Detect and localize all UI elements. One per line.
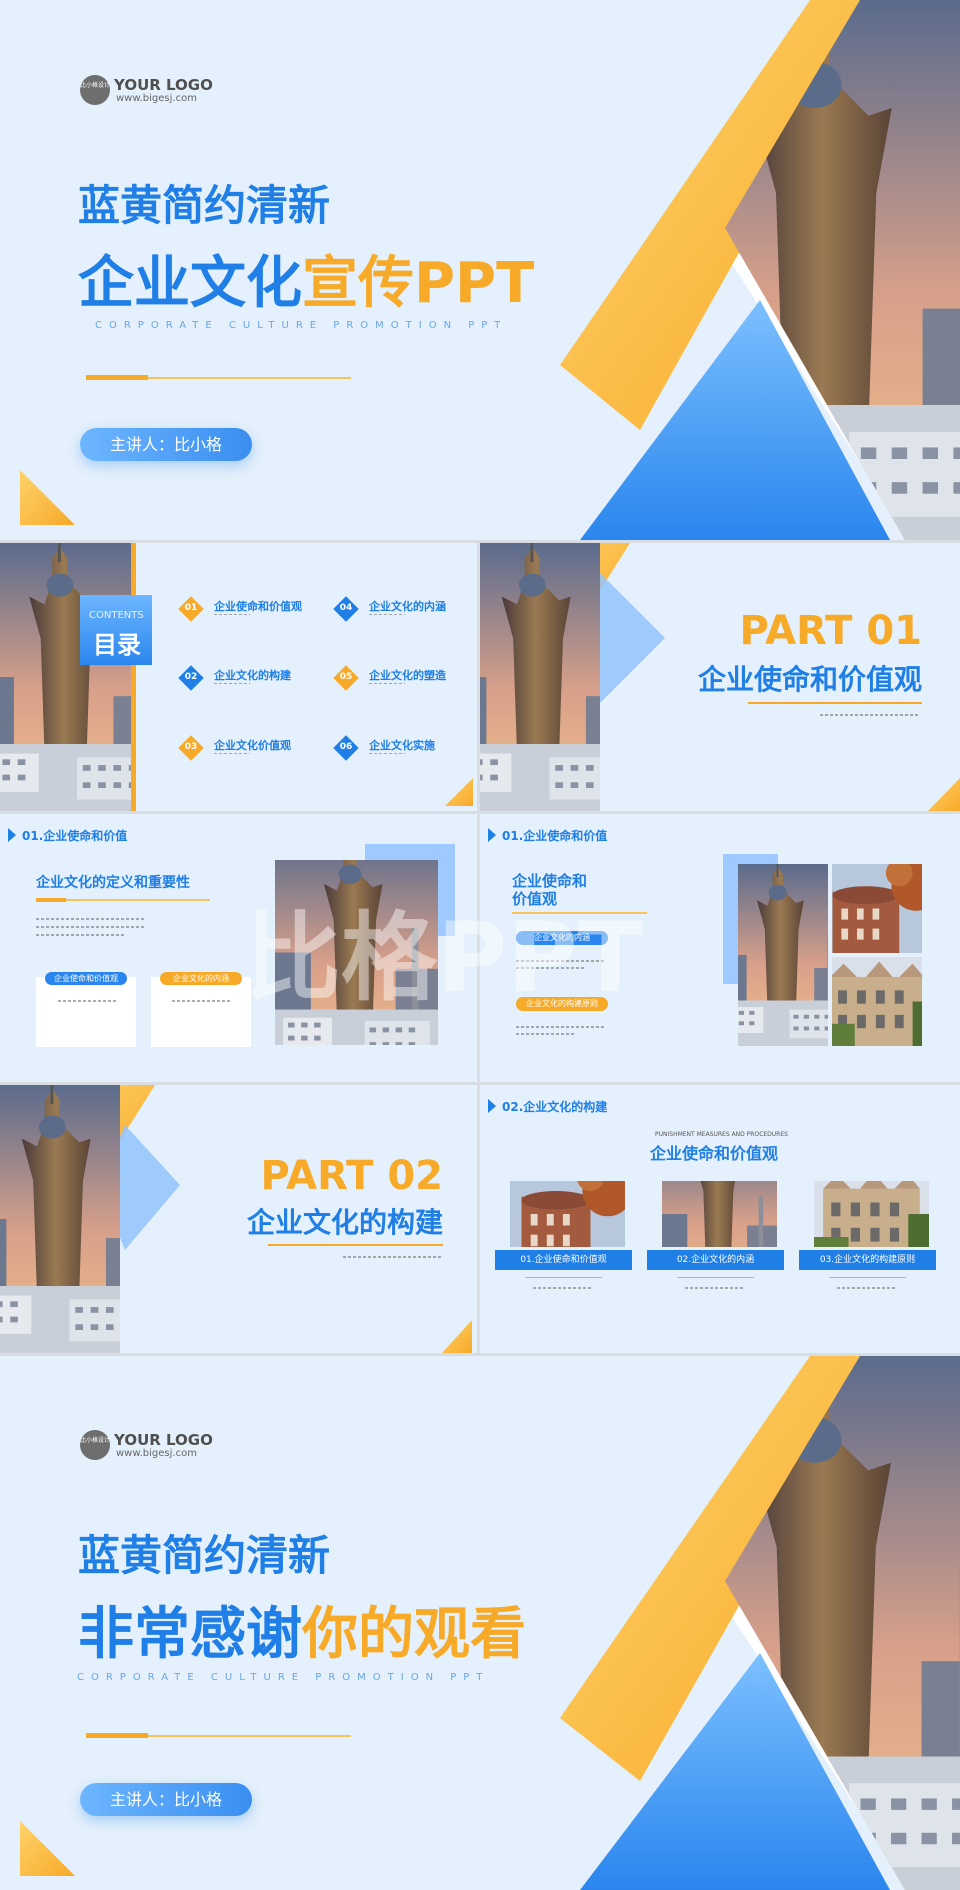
card-divider [677, 1277, 754, 1278]
watermark: 比格PPT [245, 902, 644, 1014]
part02-title: 企业文化的构建 [246, 1206, 443, 1239]
part01-fine-print [820, 714, 920, 716]
slide5-photo-hall [832, 957, 922, 1046]
part01-slide: PART 01 企业使命和价值观 [480, 543, 960, 811]
ending-title-blue: 非常感谢 [78, 1602, 302, 1667]
part02-label: PART 02 [260, 1153, 443, 1199]
toc-photo-edge [131, 543, 136, 811]
toc-label: 企业文化的内涵 [369, 600, 446, 613]
card-label[interactable]: 02.企业文化的内涵 [647, 1250, 784, 1270]
ending-presenter: 主讲人：比小格 [80, 1783, 252, 1816]
slide4-heading: 企业文化的定义和重要性 [36, 875, 190, 891]
slide7-small-en: PUNISHMENT MEASURES AND PROCEDURES [655, 1131, 788, 1138]
part02-slide: PART 02 企业文化的构建 [0, 1085, 477, 1353]
ending-tagline: CORPORATE CULTURE PROMOTION PPT [77, 1672, 490, 1683]
slide4-card-2-text [172, 1000, 232, 1002]
card-text [837, 1287, 897, 1289]
slide7-card-photo-2 [662, 1181, 777, 1247]
slide7-card-photo-1 [510, 1181, 625, 1247]
toc-contents-box: CONTENTS 目录 [80, 595, 152, 665]
corner-triangle [445, 778, 473, 806]
part01-label: PART 01 [739, 608, 922, 654]
toc-item-subtext [214, 753, 250, 754]
part02-fine-print [343, 1256, 443, 1258]
toc-slide: CONTENTS 目录 01 企业使命和价值观 02 企业文化的构建 03 企业文化价值观… [0, 543, 477, 811]
toc-number: 04 [339, 603, 353, 613]
chevron-right-icon [488, 1099, 496, 1113]
card-label-text: 01.企业使命和价值观 [520, 1255, 607, 1265]
toc-label: 企业文化的塑造 [369, 669, 446, 682]
cover-tagline: CORPORATE CULTURE PROMOTION PPT [95, 320, 508, 331]
card-label[interactable]: 01.企业使命和价值观 [495, 1250, 632, 1270]
toc-number: 01 [184, 603, 198, 613]
toc-contents-en: CONTENTS [89, 610, 144, 621]
slide4-body-text [36, 918, 146, 920]
toc-label: 企业文化实施 [369, 739, 435, 752]
card-label[interactable]: 03.企业文化的构建原则 [799, 1250, 936, 1270]
chevron-right-icon [8, 828, 16, 842]
cover-title-blue: 企业文化 [78, 251, 302, 316]
toc-label: 企业文化价值观 [214, 739, 291, 752]
ending-title: 非常感谢你的观看 [78, 1589, 526, 1670]
logo-mark: 比小格设计 [80, 1430, 110, 1460]
card-text [533, 1287, 593, 1289]
toc-item-subtext [214, 614, 250, 615]
toc-number: 05 [339, 672, 353, 682]
chevron-right-icon [488, 828, 496, 842]
toc-number: 06 [339, 742, 353, 752]
part01-title: 企业使命和价值观 [697, 663, 922, 696]
toc-number: 03 [184, 742, 198, 752]
toc-item-subtext [214, 683, 250, 684]
card-divider [525, 1277, 602, 1278]
cover-presenter: 主讲人：比小格 [80, 428, 252, 461]
toc-item-subtext [369, 753, 405, 754]
cover-slide: 比小格设计 YOUR LOGO www.bigesj.com 蓝黄简约清新 企业… [0, 0, 960, 540]
ending-slide: 比小格设计 YOUR LOGO www.bigesj.com 蓝黄简约清新 非常… [0, 1356, 960, 1890]
section-label: 01.企业使命和价值 [22, 829, 128, 843]
ending-divider-accent [86, 1733, 148, 1738]
part02-underline [268, 1244, 443, 1246]
cover-subtitle: 蓝黄简约清新 [78, 181, 331, 230]
toc-photo [0, 543, 135, 811]
slide4-tag-2: 企业文化的内涵 [160, 972, 242, 985]
slide4-card-1-text [58, 1000, 118, 1002]
slide7-heading: 企业使命和价值观 [650, 1144, 779, 1163]
card-divider [829, 1277, 906, 1278]
slide4-tag-1: 企业使命和价值观 [45, 972, 127, 985]
cover-title: 企业文化宣传PPT [78, 238, 534, 319]
slide4-body-text-3 [36, 934, 126, 936]
ending-title-orange: 你的观看 [302, 1602, 526, 1667]
toc-number: 02 [184, 672, 198, 682]
slide4-card-1 [36, 977, 136, 1047]
slide7-card-photo-3 [814, 1181, 929, 1247]
construction-slide: 02.企业文化的构建 PUNISHMENT MEASURES AND PROCE… [480, 1085, 960, 1353]
slide5-photo-brick [832, 864, 922, 953]
slide4-heading-line-accent [36, 898, 66, 902]
logo-url: www.bigesj.com [116, 93, 197, 104]
slide4-card-2 [151, 977, 251, 1047]
cover-title-orange: 宣传PPT [302, 251, 535, 316]
cover-divider-accent [86, 375, 148, 380]
toc-label: 企业文化的构建 [214, 669, 291, 682]
slide5-tag-2-text-2 [516, 1033, 576, 1035]
toc-item-subtext [369, 614, 405, 615]
logo-text: YOUR LOGO [114, 1431, 213, 1449]
slide4-body-text-2 [36, 926, 146, 928]
card-label-text: 03.企业文化的构建原则 [819, 1255, 916, 1265]
part01-underline [748, 702, 922, 704]
section-label: 02.企业文化的构建 [502, 1100, 608, 1114]
section-label: 01.企业使命和价值 [502, 829, 608, 843]
card-text [685, 1287, 745, 1289]
logo-text: YOUR LOGO [114, 76, 213, 94]
slide5-photo-tower [738, 864, 828, 1046]
logo-mark: 比小格设计 [80, 75, 110, 105]
logo-url: www.bigesj.com [116, 1448, 197, 1459]
toc-item-subtext [369, 683, 405, 684]
toc-contents-cn: 目录 [93, 631, 141, 659]
toc-label: 企业使命和价值观 [214, 600, 302, 613]
ending-subtitle: 蓝黄简约清新 [78, 1531, 331, 1580]
card-label-text: 02.企业文化的内涵 [676, 1255, 755, 1265]
slide5-tag-2-text [516, 1026, 606, 1028]
